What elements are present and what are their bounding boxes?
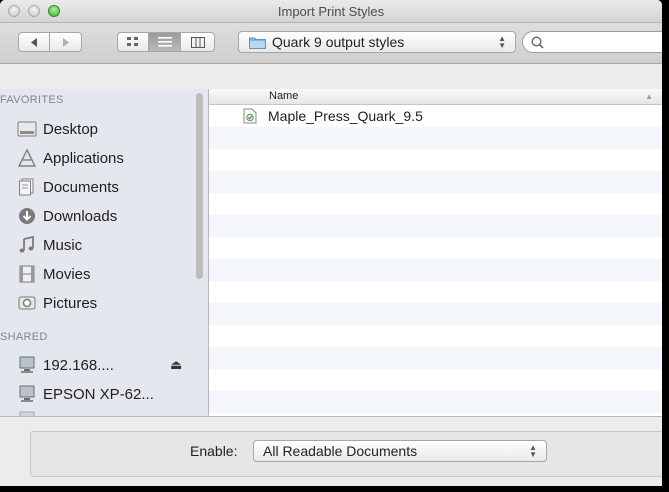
desktop-icon — [17, 120, 37, 138]
style-file-icon — [243, 108, 257, 124]
list-stripe — [209, 127, 662, 149]
enable-popup-value: All Readable Documents — [263, 443, 418, 459]
sidebar-item-epson[interactable]: EPSON XP-62... — [17, 381, 154, 407]
column-view-button[interactable] — [181, 32, 215, 52]
sidebar-scrollbar[interactable] — [196, 93, 203, 279]
sidebar-item-label: Movies — [43, 265, 91, 283]
popup-arrows-icon: ▲ ▼ — [498, 34, 506, 50]
sidebar-item-movies[interactable]: Movies — [17, 261, 91, 287]
sidebar-item-downloads[interactable]: Downloads — [17, 203, 117, 229]
list-item[interactable]: Maple_Press_Quark_9.5 — [209, 105, 662, 127]
sidebar-item-label: 192.168.... — [43, 356, 114, 374]
sidebar-item-music[interactable]: Music — [17, 232, 82, 258]
sort-ascending-icon: ▲ — [645, 92, 653, 101]
search-field[interactable] — [522, 31, 662, 53]
title-bar: Import Print Styles — [0, 0, 662, 23]
back-button[interactable] — [18, 32, 50, 52]
network-display-icon — [17, 356, 37, 374]
chevron-right-icon — [62, 37, 69, 47]
icon-grid-icon — [127, 37, 138, 46]
list-stripe — [209, 259, 662, 281]
list-lines-icon — [157, 37, 172, 47]
sidebar-item-pictures[interactable]: Pictures — [17, 290, 97, 316]
enable-popup[interactable]: All Readable Documents ▲ ▼ — [253, 440, 547, 462]
location-popup[interactable]: Quark 9 output styles ▲ ▼ — [238, 31, 516, 53]
sidebar-item-documents[interactable]: Documents — [17, 174, 119, 200]
documents-icon — [17, 178, 37, 196]
folder-icon — [249, 37, 266, 49]
sidebar-item-192-168[interactable]: 192.168.... — [17, 352, 114, 378]
popup-arrows-icon: ▲ ▼ — [529, 443, 537, 459]
list-stripe — [209, 215, 662, 237]
list-stripe — [209, 303, 662, 325]
list-view-button[interactable] — [149, 32, 181, 52]
sidebar-item-partial[interactable] — [17, 407, 43, 416]
sidebar-item-desktop[interactable]: Desktop — [17, 116, 98, 142]
list-stripe — [209, 171, 662, 193]
favorites-header: FAVORITES — [0, 94, 64, 106]
sidebar: FAVORITES Desktop Applications Documents… — [0, 89, 209, 416]
list-stripe — [209, 391, 662, 413]
column-name-label: Name — [269, 90, 299, 102]
columns-icon — [190, 36, 205, 48]
shared-header: SHARED — [0, 331, 48, 343]
sidebar-item-label: Desktop — [43, 120, 99, 138]
window-title: Import Print Styles — [277, 4, 385, 19]
search-icon — [531, 36, 544, 49]
location-label: Quark 9 output styles — [272, 34, 405, 50]
sidebar-item-label: Pictures — [43, 294, 98, 312]
network-display-icon — [17, 385, 37, 403]
forward-button[interactable] — [50, 32, 82, 52]
music-icon — [17, 236, 37, 254]
sidebar-item-label: Music — [43, 236, 83, 254]
applications-icon — [17, 149, 37, 167]
import-print-styles-dialog: Import Print Styles Quark 9 output style… — [0, 0, 662, 486]
movies-icon — [17, 265, 37, 283]
sidebar-item-applications[interactable]: Applications — [17, 145, 124, 171]
sidebar-item-label: EPSON XP-62... — [43, 385, 154, 403]
pictures-icon — [17, 294, 37, 312]
file-list: Name ▲ Maple_Press_Quark_9.5 — [209, 89, 662, 416]
sidebar-item-label: Applications — [43, 149, 124, 167]
downloads-icon — [17, 207, 37, 225]
column-header-name[interactable]: Name ▲ — [209, 89, 662, 105]
eject-icon[interactable]: ⏏ — [170, 357, 182, 373]
icon-view-button[interactable] — [117, 32, 149, 52]
file-name: Maple_Press_Quark_9.5 — [268, 108, 423, 124]
list-stripe — [209, 347, 662, 369]
chevron-left-icon — [31, 37, 37, 47]
enable-label: Enable: — [190, 443, 238, 459]
sidebar-item-label: Documents — [43, 178, 119, 196]
sidebar-item-label: Downloads — [43, 207, 118, 225]
